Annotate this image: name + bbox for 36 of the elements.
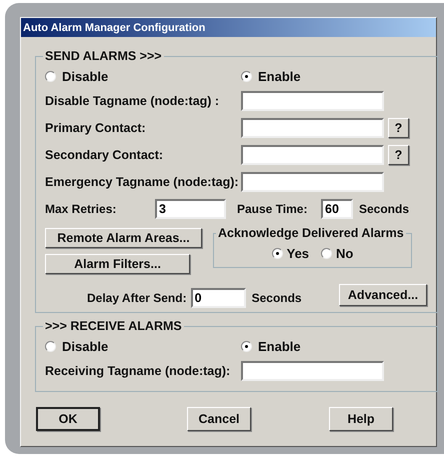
- field-label: Secondary Contact:: [45, 148, 164, 162]
- action-button[interactable]: Remote Alarm Areas...: [45, 228, 202, 248]
- radio-option[interactable]: Enable: [241, 338, 437, 354]
- unit-label: Seconds: [252, 291, 302, 305]
- help-button[interactable]: ?: [388, 144, 409, 164]
- radio-option[interactable]: Yes: [272, 246, 310, 261]
- input-field[interactable]: 0: [190, 288, 246, 308]
- group-title: >>> RECEIVE ALARMS: [44, 319, 183, 333]
- input-field[interactable]: [241, 144, 384, 164]
- action-button[interactable]: Alarm Filters...: [45, 254, 190, 274]
- input-field[interactable]: [241, 118, 384, 138]
- group-title: SEND ALARMS >>>: [44, 49, 163, 63]
- help-button[interactable]: ?: [388, 118, 409, 138]
- radio-option[interactable]: Disable: [45, 338, 241, 354]
- field-label: Pause Time:: [237, 202, 308, 216]
- field-label: Primary Contact:: [45, 120, 147, 134]
- dialog-button[interactable]: Cancel: [187, 407, 251, 431]
- input-field[interactable]: 3: [155, 198, 226, 218]
- field-label: Max Retries:: [45, 202, 118, 216]
- field-label: Emergency Tagname (node:tag):: [45, 174, 240, 188]
- radio-option[interactable]: Disable: [45, 68, 241, 84]
- group-title: Acknowledge Delivered Alarms: [217, 226, 405, 240]
- advanced-button[interactable]: Advanced...: [339, 284, 427, 306]
- radio-option[interactable]: Enable: [241, 68, 437, 84]
- radio-option[interactable]: No: [321, 246, 354, 261]
- field-label: Disable Tagname (node:tag) :: [45, 94, 220, 108]
- window-title: Auto Alarm Manager Configuration: [21, 18, 436, 37]
- field-label: Receiving Tagname (node:tag):: [45, 364, 232, 378]
- field-label: Delay After Send:: [87, 291, 187, 305]
- dialog-button[interactable]: OK: [36, 407, 100, 431]
- input-field[interactable]: [241, 360, 384, 380]
- dialog-button[interactable]: Help: [329, 407, 393, 431]
- input-field[interactable]: [241, 172, 384, 192]
- unit-label: Seconds: [359, 202, 410, 216]
- input-field[interactable]: [241, 90, 384, 110]
- input-field[interactable]: 60: [321, 198, 353, 218]
